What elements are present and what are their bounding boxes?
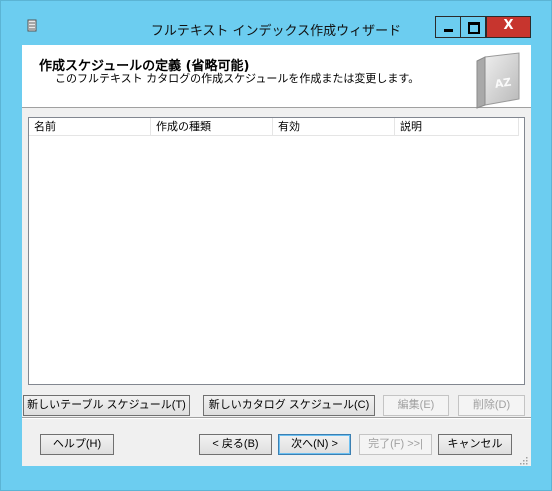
- window-title: フルテキスト インデックス作成ウィザード: [150, 24, 402, 39]
- new-table-schedule-button[interactable]: 新しいテーブル スケジュール(T): [23, 395, 190, 416]
- wizard-page: 作成スケジュールの定義 (省略可能) このフルテキスト カタログの作成スケジュー…: [22, 45, 531, 466]
- schedule-list[interactable]: 名前 作成の種類 有効 説明: [28, 117, 525, 385]
- column-header-enabled[interactable]: 有効: [273, 118, 395, 135]
- column-header-description[interactable]: 説明: [395, 118, 519, 135]
- help-button[interactable]: ヘルプ(H): [40, 434, 114, 455]
- cancel-button[interactable]: キャンセル: [438, 434, 512, 455]
- maximize-button[interactable]: [460, 16, 486, 38]
- app-icon: [27, 19, 37, 32]
- delete-button[interactable]: 削除(D): [458, 395, 525, 416]
- wizard-window: フルテキスト インデックス作成ウィザード X 作成スケジュールの定義 (省略可能…: [0, 0, 552, 491]
- page-header: 作成スケジュールの定義 (省略可能) このフルテキスト カタログの作成スケジュー…: [22, 45, 531, 109]
- list-header: 名前 作成の種類 有効 説明: [29, 118, 519, 136]
- edit-button[interactable]: 編集(E): [383, 395, 449, 416]
- page-subtitle: このフルテキスト カタログの作成スケジュールを作成または変更します。: [55, 72, 420, 85]
- new-catalog-schedule-button[interactable]: 新しいカタログ スケジュール(C): [203, 395, 375, 416]
- close-button[interactable]: X: [486, 16, 531, 38]
- column-header-type[interactable]: 作成の種類: [151, 118, 273, 135]
- resize-grip-icon[interactable]: [518, 455, 528, 465]
- minimize-icon: [444, 29, 453, 32]
- close-icon: X: [503, 18, 514, 33]
- maximize-icon: [468, 22, 480, 34]
- next-button[interactable]: 次へ(N) >: [278, 434, 351, 455]
- book-icon: AZ: [476, 52, 520, 109]
- minimize-button[interactable]: [435, 16, 461, 38]
- back-button[interactable]: < 戻る(B): [199, 434, 272, 455]
- finish-button[interactable]: 完了(F) >>|: [359, 434, 432, 455]
- book-label: AZ: [494, 76, 512, 91]
- footer-divider: [22, 417, 531, 419]
- column-header-name[interactable]: 名前: [29, 118, 151, 135]
- title-bar[interactable]: フルテキスト インデックス作成ウィザード X: [1, 1, 551, 39]
